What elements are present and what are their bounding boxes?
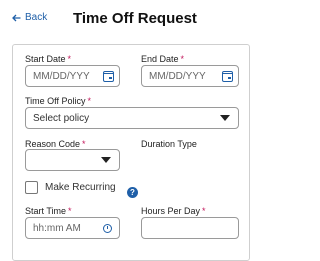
start-time-field[interactable]: hh:mm AM [25, 217, 120, 239]
hours-per-day-field[interactable] [141, 217, 239, 239]
start-time-label: Start Time * [25, 206, 72, 216]
make-recurring-label[interactable]: Make Recurring [45, 182, 116, 193]
required-marker: * [67, 54, 72, 64]
chevron-down-icon [220, 115, 230, 121]
duration-type-label: Duration Type [141, 139, 197, 149]
chevron-down-icon [101, 157, 111, 163]
header: Back Time Off Request [0, 0, 258, 40]
back-arrow-icon [12, 14, 21, 21]
start-date-label: Start Date * [25, 54, 72, 64]
time-off-policy-label: Time Off Policy * [25, 96, 92, 106]
start-date-field[interactable]: MM/DD/YYY [25, 65, 120, 87]
required-marker: * [180, 54, 185, 64]
back-button[interactable]: Back [12, 12, 47, 23]
end-date-field[interactable]: MM/DD/YYY [141, 65, 239, 87]
reason-code-select[interactable] [25, 149, 120, 171]
start-date-placeholder: MM/DD/YYY [33, 70, 90, 82]
required-marker: * [87, 96, 92, 106]
required-marker: * [68, 206, 72, 216]
end-date-placeholder: MM/DD/YYY [149, 70, 206, 82]
time-off-policy-value: Select policy [33, 112, 90, 124]
required-marker: * [82, 139, 86, 149]
calendar-icon[interactable] [103, 70, 114, 82]
time-off-form: Start Date * MM/DD/YYY End Date * MM/DD/YY… [12, 44, 250, 261]
time-off-policy-select[interactable]: Select policy [25, 107, 239, 129]
end-date-label: End Date * [141, 54, 185, 64]
required-marker: * [202, 206, 206, 216]
reason-code-label: Reason Code * [25, 139, 86, 149]
calendar-icon[interactable] [222, 70, 233, 82]
start-time-placeholder: hh:mm AM [33, 222, 81, 234]
clock-icon[interactable] [103, 223, 112, 233]
back-label: Back [25, 12, 48, 23]
hours-per-day-label: Hours Per Day * [141, 206, 206, 216]
question-circle-icon[interactable]: ? [127, 187, 138, 198]
page-title: Time Off Request [73, 10, 197, 27]
make-recurring-checkbox[interactable] [25, 181, 38, 194]
